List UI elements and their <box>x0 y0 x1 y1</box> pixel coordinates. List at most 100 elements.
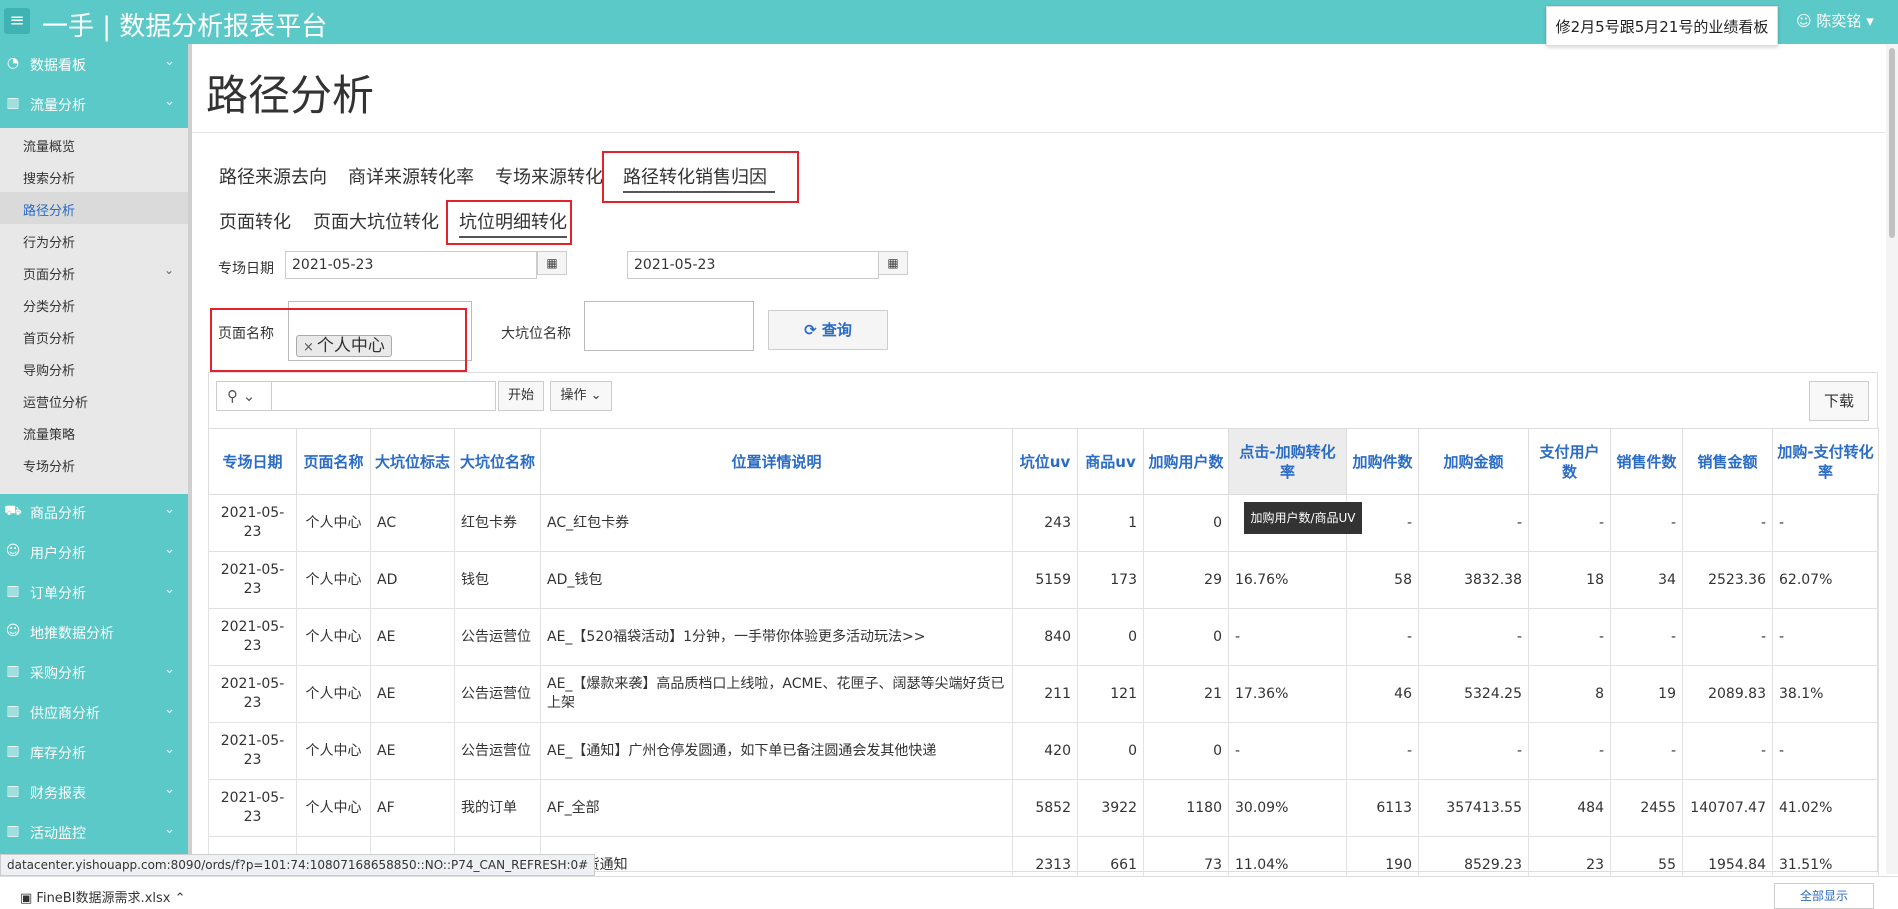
col-header[interactable]: 加购-支付转化率 <box>1772 428 1879 495</box>
table-row: 2021-05-23 个人中心 AF 我的订单 AF_全部 5852 3922 1180 30.… <box>208 779 1879 837</box>
table-cell: 840 <box>1012 608 1078 666</box>
col-header[interactable]: 加购件数 <box>1346 428 1419 495</box>
sidebar-item-traffic[interactable]: ▥ 流量分析 ⌄ <box>0 84 190 124</box>
chevron-up-icon: ⌄ <box>164 94 175 109</box>
table-cell: 0 <box>1143 608 1229 666</box>
submenu-item[interactable]: 首页分析 <box>0 320 190 352</box>
sidebar-item-label: 采购分析 <box>30 666 86 682</box>
col-header[interactable]: 位置详情说明 <box>540 428 1013 495</box>
tab-slot-detail-conversion[interactable]: 坑位明细转化 <box>459 208 567 238</box>
col-header[interactable]: 销售金额 <box>1682 428 1773 495</box>
search-bar[interactable]: ⚲ ⌄ <box>216 381 496 411</box>
page-name-label: 页面名称 <box>218 326 274 342</box>
download-button[interactable]: 下载 <box>1809 381 1869 421</box>
scroll-thumb[interactable] <box>1889 48 1895 238</box>
tab-path-source[interactable]: 路径来源去向 <box>219 163 327 193</box>
col-header[interactable]: 支付用户数 <box>1528 428 1611 495</box>
sidebar-item-label: 流量分析 <box>30 98 86 114</box>
table-cell: - <box>1528 494 1611 552</box>
col-header[interactable]: 加购金额 <box>1418 428 1529 495</box>
col-header[interactable]: 大坑位标志 <box>370 428 455 495</box>
table-cell: 2021-05-23 <box>208 665 297 723</box>
tab-page-slot-conversion[interactable]: 页面大坑位转化 <box>313 208 439 238</box>
sidebar-item-field-data[interactable]: ☺ 地推数据分析 <box>0 612 190 652</box>
submenu-item[interactable]: 导购分析 <box>0 352 190 384</box>
remove-icon[interactable]: × <box>303 340 314 355</box>
submenu-item[interactable]: 分类分析 <box>0 288 190 320</box>
table-cell: 个人中心 <box>296 551 371 609</box>
submenu-item[interactable]: 流量概览 <box>0 128 190 160</box>
tab-path-sales-attribution[interactable]: 路径转化销售归因 <box>623 163 775 193</box>
page-scrollbar[interactable] <box>1886 44 1898 874</box>
table-cell: 个人中心 <box>296 722 371 780</box>
date-from-input[interactable]: 2021-05-23 <box>285 251 537 279</box>
table-cell: 5324.25 <box>1418 665 1529 723</box>
sidebar-item-users[interactable]: ☺ 用户分析 ⌄ <box>0 532 190 572</box>
table-cell: AE_【通知】广州仓停发圆通，如下单已备注圆通会发其他快递 <box>540 722 1013 780</box>
tab-special-source-conversion[interactable]: 专场来源转化 <box>495 163 603 193</box>
slot-name-select[interactable] <box>584 301 754 351</box>
chevron-down-icon: ⌄ <box>164 822 175 837</box>
cart-icon: ⛟ <box>4 503 22 519</box>
go-button[interactable]: 开始 <box>498 381 544 411</box>
table-cell: 30.09% <box>1228 779 1347 837</box>
col-header[interactable]: 专场日期 <box>208 428 297 495</box>
chevron-down-icon: ⌄ <box>164 742 175 757</box>
col-header[interactable]: 坑位uv <box>1012 428 1078 495</box>
col-header[interactable]: 加购用户数 <box>1143 428 1229 495</box>
table-cell: 公告运营位 <box>454 665 541 723</box>
sidebar-item-supplier[interactable]: ▥ 供应商分析 ⌄ <box>0 692 190 732</box>
table-row: 2021-05-23 个人中心 AE 公告运营位 AE_【通知】广州仓停发圆通，如下单已… <box>208 722 1879 780</box>
search-icon[interactable]: ⚲ ⌄ <box>227 387 255 405</box>
submenu-item[interactable]: 行为分析 <box>0 224 190 256</box>
table-cell: - <box>1418 494 1529 552</box>
date-to-input[interactable]: 2021-05-23 <box>627 251 879 279</box>
table-cell: 211 <box>1012 665 1078 723</box>
tab-page-conversion[interactable]: 页面转化 <box>219 208 291 238</box>
hamburger-icon[interactable]: ≡ <box>4 8 30 34</box>
col-header[interactable]: 销售件数 <box>1610 428 1683 495</box>
col-header[interactable]: 大坑位名称 <box>454 428 541 495</box>
download-item[interactable]: ▣ FineBI数据源需求.xlsx ⌃ <box>20 887 186 906</box>
data-table: 专场日期 页面名称 大坑位标志 大坑位名称 位置详情说明 坑位uv 商品uv 加… <box>208 428 1879 894</box>
col-header[interactable]: 页面名称 <box>296 428 371 495</box>
page-name-chip[interactable]: × 个人中心 <box>296 335 392 357</box>
sidebar-item-dashboard[interactable]: ◔ 数据看板 ⌄ <box>0 44 190 84</box>
calendar-icon[interactable]: ▦ <box>878 251 908 275</box>
submenu-item[interactable]: 页面分析 ⌄ <box>0 256 190 288</box>
bar-chart-icon: ▥ <box>6 663 20 679</box>
sidebar-item-products[interactable]: ⛟ 商品分析 ⌄ <box>0 492 190 532</box>
sidebar-item-orders[interactable]: ▥ 订单分析 ⌄ <box>0 572 190 612</box>
column-tooltip: 加购用户数/商品UV <box>1244 502 1362 534</box>
sidebar-item-finance[interactable]: ▥ 财务报表 ⌄ <box>0 772 190 812</box>
sidebar-scrollbar[interactable] <box>188 44 192 864</box>
table-cell: 420 <box>1012 722 1078 780</box>
submenu-item[interactable]: 专场分析 <box>0 448 190 480</box>
user-menu[interactable]: ☺ 陈奕铭 ▾ <box>1796 10 1874 31</box>
show-all-downloads-button[interactable]: 全部显示 <box>1774 883 1874 909</box>
chevron-down-icon: ⌄ <box>164 702 175 717</box>
submenu-item[interactable]: 流量策略 <box>0 416 190 448</box>
submenu-item-active[interactable]: 路径分析 <box>0 192 190 224</box>
notice-banner[interactable]: 修2月5号跟5月21号的业绩看板 <box>1546 6 1778 46</box>
sidebar-item-purchase[interactable]: ▥ 采购分析 ⌄ <box>0 652 190 692</box>
bar-chart-icon: ▥ <box>6 95 20 111</box>
actions-menu[interactable]: 操作 ⌄ <box>550 381 612 411</box>
query-button[interactable]: ⟳ 查询 <box>768 310 888 350</box>
sidebar-item-label: 商品分析 <box>30 506 86 522</box>
table-cell: 243 <box>1012 494 1078 552</box>
sidebar-item-activity[interactable]: ▥ 活动监控 ⌄ <box>0 812 190 852</box>
col-header[interactable]: 商品uv <box>1077 428 1144 495</box>
calendar-icon[interactable]: ▦ <box>537 251 567 275</box>
table-cell: 0 <box>1077 722 1144 780</box>
table-cell: AC <box>370 494 455 552</box>
submenu-item[interactable]: 搜索分析 <box>0 160 190 192</box>
chevron-down-icon: ⌄ <box>164 54 175 69</box>
tab-detail-source-conversion[interactable]: 商详来源转化率 <box>348 163 474 193</box>
user-icon: ☺ <box>1796 12 1817 30</box>
table-cell: - <box>1682 494 1773 552</box>
sidebar-item-inventory[interactable]: ▥ 库存分析 ⌄ <box>0 732 190 772</box>
submenu-item[interactable]: 运营位分析 <box>0 384 190 416</box>
col-header[interactable]: 点击-加购转化率 <box>1228 428 1347 495</box>
table-cell: AE <box>370 608 455 666</box>
